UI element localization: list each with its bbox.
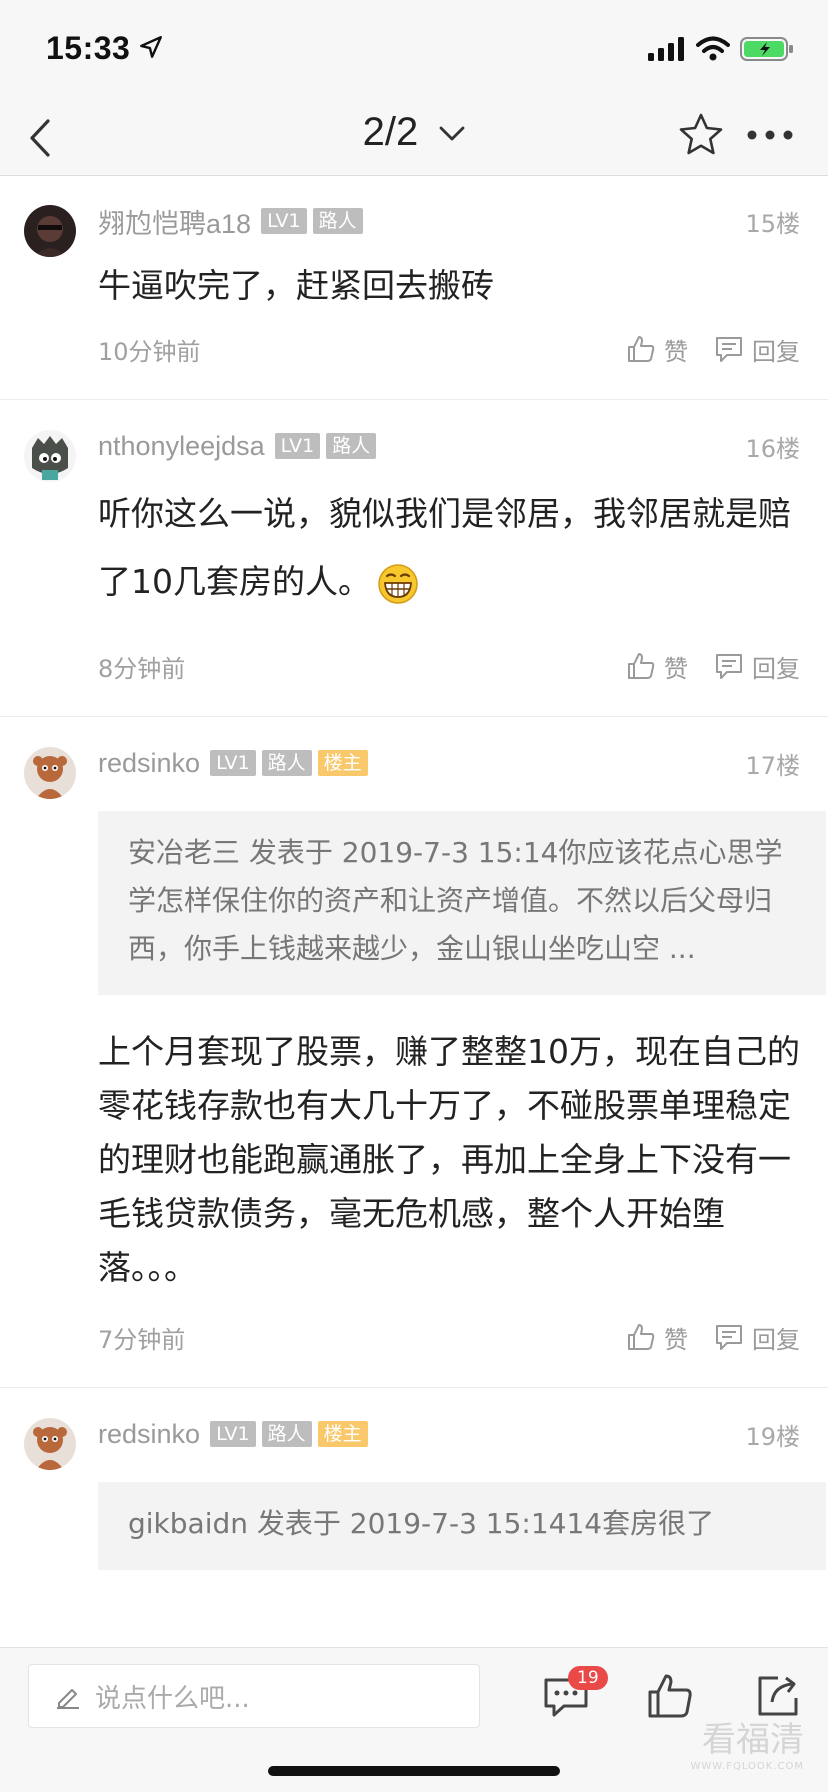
reply-label: 回复 (752, 654, 800, 683)
username[interactable]: nthonyleejdsa (98, 431, 265, 462)
floor-number: 19楼 (745, 1422, 800, 1451)
like-label: 赞 (664, 337, 688, 366)
grin-emoji-icon (378, 563, 418, 604)
reply-input[interactable]: 说点什么吧... (28, 1664, 480, 1728)
comment-icon (716, 337, 742, 362)
role-badge: 路人 (261, 1421, 312, 1447)
like-button[interactable]: 赞 (626, 649, 688, 684)
comment-time: 7分钟前 (98, 1325, 186, 1354)
comment-header: redsinko LV1 路人 楼主 19楼 (98, 1414, 800, 1454)
role-badge: 路人 (326, 433, 377, 459)
comment-item: redsinko LV1 路人 楼主 19楼 gikbaidn 发表于 2019… (0, 1388, 828, 1600)
level-badge: LV1 (274, 433, 321, 459)
comment-meta: 7分钟前 赞 回复 (98, 1317, 800, 1357)
status-indicators (648, 36, 794, 62)
username[interactable]: 翙尥恺聘a18 (98, 202, 251, 241)
avatar[interactable] (24, 205, 76, 257)
floor-number: 15楼 (745, 209, 800, 238)
thumb-up-icon[interactable] (644, 1670, 696, 1722)
pen-icon (57, 1689, 79, 1709)
wifi-icon (696, 36, 730, 61)
status-bar: 15:33 (0, 0, 828, 100)
watermark-text: 看福清 (702, 1720, 804, 1760)
comment-count-badge: 19 (568, 1666, 608, 1690)
comment-feed: 翙尥恺聘a18 LV1 路人 15楼 牛逼吹完了，赶紧回去搬砖 10分钟前 赞 … (0, 177, 828, 1600)
nav-bar: 2/2 (0, 100, 828, 176)
comment-header: nthonyleejdsa LV1 路人 16楼 (98, 426, 800, 466)
status-time: 15:33 (46, 30, 131, 66)
username[interactable]: redsinko (98, 1419, 200, 1450)
watermark: 看福清 WWW.FQLOOK.COM (691, 1712, 805, 1772)
like-button[interactable]: 赞 (626, 1320, 688, 1355)
reply-button[interactable]: 回复 (714, 1320, 800, 1355)
role-badge: 路人 (261, 750, 312, 776)
comment-header: redsinko LV1 路人 楼主 17楼 (98, 743, 800, 783)
reply-label: 回复 (752, 337, 800, 366)
like-label: 赞 (664, 654, 688, 683)
signal-icon (648, 37, 684, 61)
comment-text-body: 听你这么一说，貌似我们是邻居，我邻居就是赔了10几套房的人。 (98, 494, 791, 601)
owner-badge: 楼主 (317, 1421, 368, 1447)
avatar[interactable] (24, 430, 76, 482)
comment-icon (716, 654, 742, 679)
watermark-url: WWW.FQLOOK.COM (690, 1761, 804, 1772)
reply-placeholder: 说点什么吧... (95, 1683, 250, 1714)
level-badge: LV1 (261, 208, 307, 234)
battery-icon (740, 37, 793, 61)
comment-meta: 10分钟前 赞 回复 (98, 329, 800, 369)
comment-header: 翙尥恺聘a18 LV1 路人 15楼 (98, 201, 800, 241)
quoted-comment[interactable]: gikbaidn 发表于 2019-7-3 15:1414套房很了 (98, 1482, 826, 1570)
comment-meta: 8分钟前 赞 回复 (98, 646, 800, 686)
comment-text: 牛逼吹完了，赶紧回去搬砖 (98, 266, 494, 305)
reply-label: 回复 (752, 1325, 800, 1354)
home-indicator (268, 1766, 560, 1776)
reply-button[interactable]: 回复 (714, 649, 800, 684)
location-arrow-icon (140, 36, 162, 58)
thumb-up-icon (628, 336, 655, 362)
level-badge: LV1 (210, 1421, 256, 1447)
thumb-up-icon (628, 1324, 655, 1350)
role-badge: 路人 (312, 208, 363, 234)
more-icon[interactable] (746, 120, 794, 150)
quoted-comment[interactable]: 安冶老三 发表于 2019-7-3 15:14你应该花点心思学学怎样保住你的资产… (98, 811, 826, 995)
comment-item: nthonyleejdsa LV1 路人 16楼 听你这么一说，貌似我们是邻居，… (0, 400, 828, 717)
avatar[interactable] (24, 747, 76, 799)
owner-badge: 楼主 (317, 750, 368, 776)
like-button[interactable]: 赞 (626, 332, 688, 367)
avatar[interactable] (24, 1418, 76, 1470)
comment-item: 翙尥恺聘a18 LV1 路人 15楼 牛逼吹完了，赶紧回去搬砖 10分钟前 赞 … (0, 177, 828, 400)
username[interactable]: redsinko (98, 748, 200, 779)
level-badge: LV1 (210, 750, 256, 776)
like-label: 赞 (664, 1325, 688, 1354)
floor-number: 16楼 (745, 434, 800, 463)
reply-button[interactable]: 回复 (714, 332, 800, 367)
page-indicator: 2/2 (362, 110, 419, 154)
bottom-bar: 说点什么吧... 19 看福清 WWW.FQLOOK.COM (0, 1647, 828, 1792)
comment-time: 8分钟前 (98, 654, 186, 683)
floor-number: 17楼 (745, 751, 800, 780)
comment-text: 听你这么一说，貌似我们是邻居，我邻居就是赔了10几套房的人。 (98, 480, 800, 616)
thumb-up-icon (628, 653, 655, 679)
comment-time: 10分钟前 (98, 337, 201, 366)
comment-item: redsinko LV1 路人 楼主 17楼 安冶老三 发表于 2019-7-3… (0, 717, 828, 1388)
comment-icon (716, 1325, 742, 1350)
star-icon[interactable] (678, 112, 724, 158)
comment-text: 上个月套现了股票，赚了整整10万，现在自己的零花钱存款也有大几十万了，不碰股票单… (98, 1032, 800, 1287)
chevron-down-icon (439, 127, 465, 141)
